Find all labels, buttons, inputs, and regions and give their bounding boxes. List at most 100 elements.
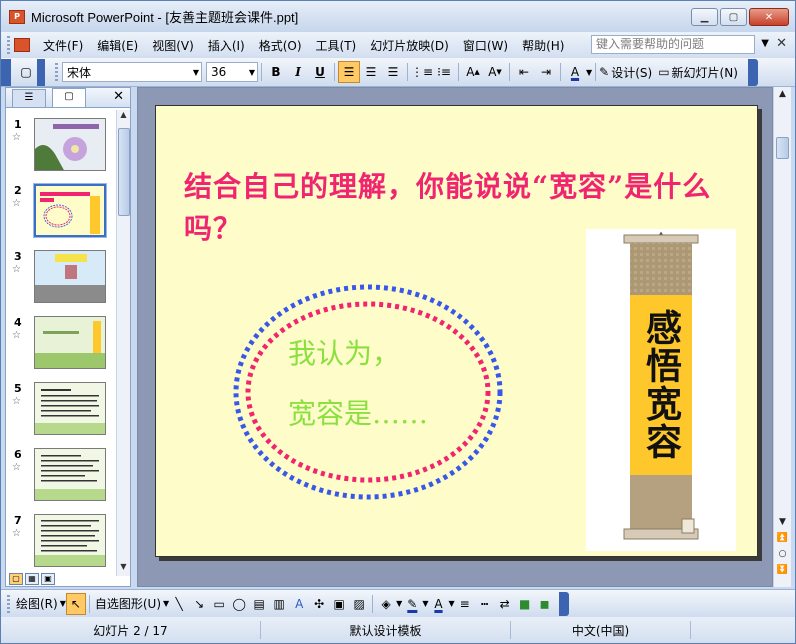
menu-edit[interactable]: 编辑(E) [90,37,145,54]
scroll-thumb[interactable] [776,137,789,159]
select-pointer-icon[interactable]: ↖ [65,592,86,615]
rectangle-icon[interactable]: ▭ [209,593,229,615]
textbox-icon[interactable]: ▤ [249,593,269,615]
hanging-scroll-image[interactable]: 感悟宽容 [586,229,736,551]
slide-thumbnail[interactable] [34,118,106,171]
previous-slide-icon[interactable]: ⏫ [774,533,791,543]
scroll-thumb[interactable] [118,128,130,216]
close-window-button[interactable]: ✕ [749,8,789,26]
slide-number: 1 [14,118,22,131]
toolbar-grip[interactable] [55,63,58,81]
dash-style-icon[interactable]: ┅ [475,593,495,615]
title-bar: P Microsoft PowerPoint - [友善主题班会课件.ppt] … [1,1,795,32]
menu-slideshow[interactable]: 幻灯片放映(D) [363,37,456,54]
shadow-style-icon[interactable]: ■ [515,593,535,615]
line-color-icon[interactable]: ✎ [402,593,422,615]
bold-button[interactable]: B [265,61,287,83]
status-language: 中文(中国) [511,621,691,639]
answer-line-1[interactable]: 我认为， [288,332,400,372]
scroll-up-icon[interactable]: ▲ [117,110,130,124]
chevron-down-icon[interactable]: ▼ [586,68,592,77]
font-color-icon[interactable]: A [564,61,586,83]
toolbar-options-icon[interactable] [558,591,569,616]
decrease-font-icon[interactable]: A ▼ [484,61,506,83]
arrow-style-icon[interactable]: ⇄ [495,593,515,615]
font-name-select[interactable]: 宋体 ▼ [62,62,202,82]
slide-number: 4 [14,316,22,329]
close-document-button[interactable]: ✕ [776,36,787,51]
scroll-up-icon[interactable]: ▲ [774,89,791,99]
chevron-down-icon[interactable]: ▼ [761,38,769,49]
maximize-icon: ▢ [728,11,739,23]
bullet-list-icon[interactable]: ⁝≡ [433,61,455,83]
slide-thumbnail-selected[interactable] [33,183,107,238]
normal-view-icon[interactable]: ▢ [9,573,23,585]
wordart-icon[interactable]: A [289,593,309,615]
autoshapes-button[interactable]: 自选图形(U) [93,593,163,615]
align-right-icon[interactable]: ☰ [382,61,404,83]
slide-thumbnail[interactable] [34,316,106,369]
menu-window[interactable]: 窗口(W) [456,37,515,54]
align-center-icon[interactable]: ☰ [360,61,382,83]
italic-button[interactable]: I [287,61,309,83]
font-color-icon[interactable]: A [428,593,448,615]
close-panel-button[interactable]: ✕ [113,89,124,104]
select-object-icon[interactable]: ○ [774,549,791,559]
design-button[interactable]: 设计(S) [611,64,652,81]
slide-sorter-view-icon[interactable]: ▦ [25,573,39,585]
help-search-input[interactable]: 键入需要帮助的问题 [591,35,755,54]
clipart-icon[interactable]: ▣ [329,593,349,615]
toolbar-handle[interactable] [1,58,11,86]
slide-thumbnail[interactable] [34,448,106,501]
tab-outline[interactable]: ☰ [12,89,46,107]
decrease-indent-icon[interactable]: ⇤ [513,61,535,83]
next-slide-icon[interactable]: ⏬ [774,565,791,575]
arrow-icon[interactable]: ↘ [189,593,209,615]
numbered-list-icon[interactable]: ⋮≡ [411,61,433,83]
scroll-down-icon[interactable]: ▼ [117,562,130,576]
slide-thumbnail[interactable] [34,250,106,303]
toolbar-options-icon[interactable] [37,58,45,86]
font-size-select[interactable]: 36 ▼ [206,62,258,82]
picture-icon[interactable]: ▨ [349,593,369,615]
current-slide[interactable]: 结合自己的理解，你能说说“宽容”是什么吗？ 我认为， 宽容是…… 感悟宽容 [155,105,758,557]
draw-menu-button[interactable]: 绘图(R) [14,593,60,615]
slide-number: 3 [14,250,22,263]
minimize-button[interactable]: ▁ [691,8,718,26]
separator [595,63,597,81]
toolbar-options-icon[interactable] [747,58,758,86]
align-left-icon[interactable]: ☰ [338,61,360,83]
new-slide-button[interactable]: 新幻灯片(N) [672,64,738,81]
underline-button[interactable]: U [309,61,331,83]
oval-icon[interactable]: ◯ [229,593,249,615]
slide-thumbnail[interactable] [34,514,106,567]
vertical-textbox-icon[interactable]: ▥ [269,593,289,615]
menu-insert[interactable]: 插入(I) [201,37,252,54]
diagram-icon[interactable]: ✣ [309,593,329,615]
menubar-grip[interactable] [7,36,10,54]
3d-style-icon[interactable]: ◼ [535,593,555,615]
increase-indent-icon[interactable]: ⇥ [535,61,557,83]
menu-view[interactable]: 视图(V) [145,37,201,54]
maximize-button[interactable]: ▢ [720,8,747,26]
line-icon[interactable]: ╲ [169,593,189,615]
line-style-icon[interactable]: ≡ [455,593,475,615]
slide-thumbnail[interactable] [34,382,106,435]
menu-format[interactable]: 格式(O) [252,37,309,54]
menu-help[interactable]: 帮助(H) [515,37,571,54]
tab-slides[interactable]: ▢ [52,88,86,107]
fill-color-icon[interactable]: ◈ [376,593,396,615]
scroll-down-icon[interactable]: ▼ [774,517,791,527]
toolbar-grip[interactable] [7,594,10,613]
powerpoint-app-icon[interactable]: P [9,9,25,24]
answer-line-2[interactable]: 宽容是…… [288,392,428,432]
formatting-toolbar: ▢ 宋体 ▼ 36 ▼ B I U ☰ ☰ ☰ ⋮≡ ⁝≡ A ▲ A ▼ ⇤ ⇥ … [1,58,795,87]
increase-font-icon[interactable]: A ▲ [462,61,484,83]
editor-scrollbar[interactable]: ▲ ▼ ⏫ ○ ⏬ [773,87,791,587]
new-document-icon[interactable]: ▢ [15,61,37,83]
slideshow-view-icon[interactable]: ▣ [41,573,55,585]
document-icon[interactable] [14,38,30,52]
panel-scrollbar[interactable]: ▲ ▼ [116,110,130,576]
menu-tools[interactable]: 工具(T) [309,37,364,54]
menu-file[interactable]: 文件(F) [36,37,90,54]
